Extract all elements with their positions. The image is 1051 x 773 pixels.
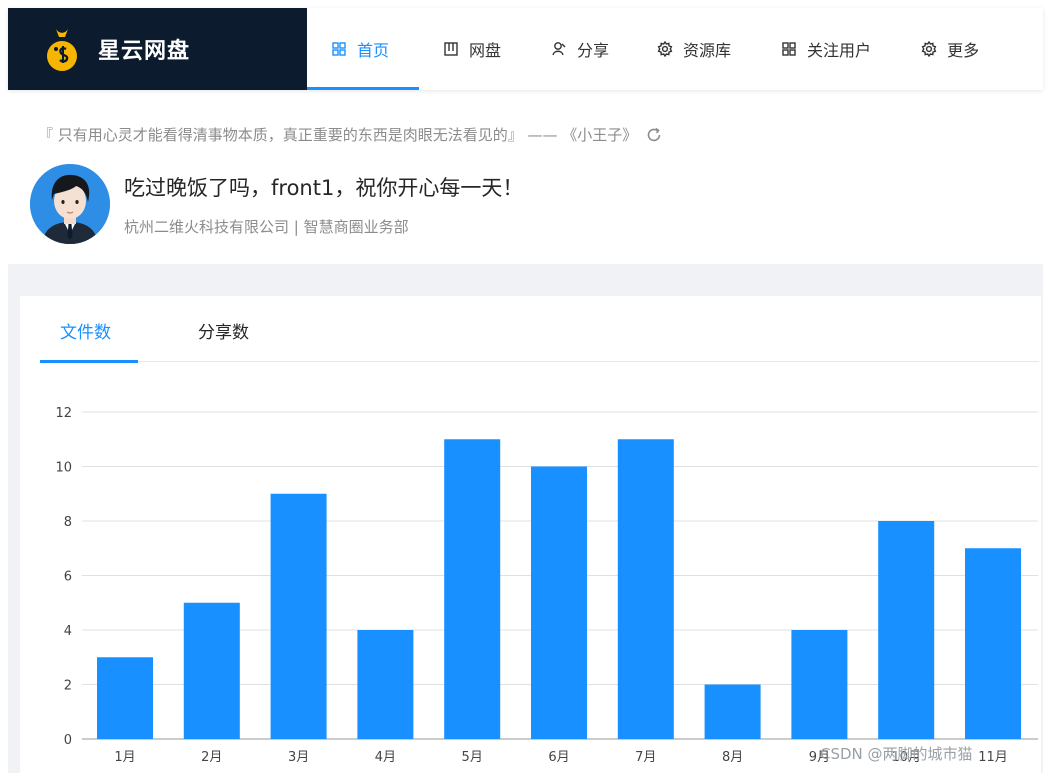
y-tick-label: 4 [64, 624, 72, 639]
bar-3月 [270, 493, 327, 739]
watermark: CSDN @两脚的城市猫 [820, 745, 973, 763]
x-tick-label: 3月 [288, 750, 309, 765]
x-tick-label: 11月 [978, 750, 1008, 765]
x-tick-label: 4月 [375, 750, 396, 765]
nav-item-library[interactable]: 资源库 [657, 8, 731, 90]
nav-item-more[interactable]: 更多 [921, 8, 979, 90]
bar-4月 [357, 630, 414, 739]
quote-text: 『 只有用心灵才能看得清事物本质，真正重要的东西是肉眼无法看见的』 —— 《小王… [38, 126, 638, 144]
nav-label: 首页 [357, 41, 390, 60]
users-grid-icon [781, 41, 797, 57]
nav-label: 资源库 [683, 41, 732, 60]
main-nav: 首页 网盘 分享 资源库 关注用户 更多 [307, 8, 979, 90]
nav-label: 网盘 [469, 41, 502, 60]
bar-1月 [97, 657, 153, 739]
x-tick-label: 6月 [548, 750, 569, 765]
tab-share-count[interactable]: 分享数 [198, 318, 249, 343]
share-icon [551, 41, 567, 57]
y-tick-label: 12 [55, 406, 72, 421]
stats-card: 文件数 分享数 0 2 4 6 8 10 12 1月 2月 3月 4月 5月 6月 7月 8月 9月 10月 11… [20, 296, 1041, 773]
nav-item-drive[interactable]: 网盘 [443, 8, 501, 90]
bar-7月 [617, 439, 674, 739]
nav-item-share[interactable]: 分享 [551, 8, 609, 90]
y-tick-label: 8 [64, 515, 72, 530]
organization: 杭州二维火科技有限公司 | 智慧商圈业务部 [124, 218, 409, 236]
bar-6月 [531, 466, 587, 739]
nav-label: 分享 [577, 41, 610, 60]
drive-icon [443, 41, 459, 57]
avatar[interactable] [30, 164, 110, 244]
nav-item-following[interactable]: 关注用户 [781, 8, 871, 90]
refresh-icon[interactable] [645, 126, 663, 144]
brand[interactable]: 星云网盘 [8, 8, 307, 90]
y-tick-label: 2 [64, 679, 72, 694]
stats-tabs [40, 296, 1039, 362]
nav-label: 更多 [947, 41, 980, 60]
nav-label: 关注用户 [807, 41, 872, 60]
more-settings-icon [921, 41, 937, 57]
x-tick-label: 5月 [462, 750, 483, 765]
active-tab-indicator [40, 360, 138, 363]
monthly-bar-chart: 0246810121月 2月 3月 4月 5月 6月 7月 8月 9月 10月 11月 [55, 406, 1038, 765]
daily-quote: 『 只有用心灵才能看得清事物本质，真正重要的东西是肉眼无法看见的』 —— 《小王… [38, 124, 663, 145]
y-tick-label: 0 [64, 733, 72, 748]
app-name: 星云网盘 [98, 39, 191, 64]
bar-9月 [791, 630, 848, 739]
bar-5月 [444, 439, 501, 739]
money-bag-logo-icon [47, 29, 77, 71]
tab-file-count[interactable]: 文件数 [60, 318, 111, 343]
bar-2月 [183, 602, 240, 739]
bar-8月 [704, 684, 761, 739]
settings-icon [657, 41, 673, 57]
y-tick-label: 10 [55, 461, 72, 476]
x-tick-label: 8月 [722, 750, 743, 765]
top-header: 星云网盘 首页 网盘 分享 资源库 关注用户 更多 [8, 8, 1043, 90]
greeting-message: 吃过晚饭了吗，front1，祝你开心每一天！ [124, 176, 524, 200]
bar-10月 [878, 521, 935, 739]
y-tick-label: 6 [64, 570, 72, 585]
x-tick-label: 2月 [201, 750, 222, 765]
x-tick-label: 1月 [114, 750, 135, 765]
user-avatar-icon [30, 164, 110, 244]
nav-item-home[interactable]: 首页 [307, 8, 419, 90]
bar-11月 [965, 548, 1021, 739]
home-grid-icon [331, 41, 347, 57]
x-tick-label: 7月 [635, 750, 656, 765]
